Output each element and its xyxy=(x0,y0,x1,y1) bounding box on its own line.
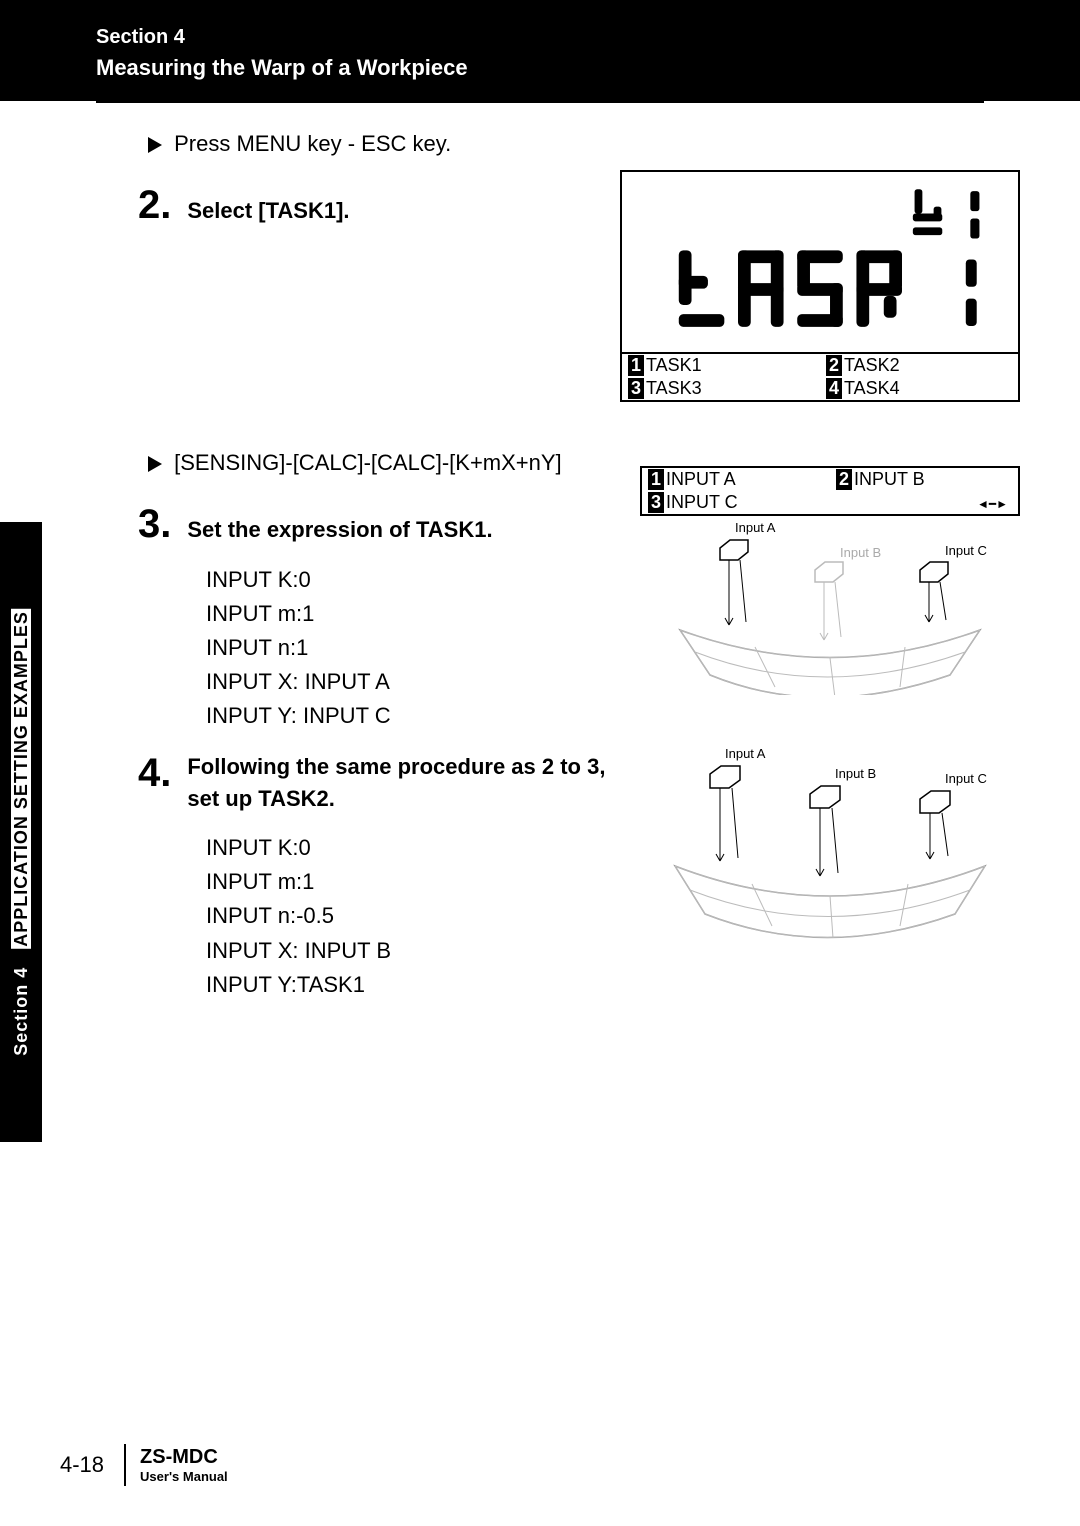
lcd-menu: 1TASK1 2TASK2 3TASK3 4TASK4 xyxy=(622,352,1018,400)
lcd-figure: 1TASK1 2TASK2 3TASK3 4TASK4 xyxy=(620,170,1020,402)
key-1: 1 xyxy=(648,469,664,490)
step4-text: Following the same procedure as 2 to 3, … xyxy=(187,751,627,815)
figure-inputs-2: Input A Input B Input C xyxy=(640,746,1020,941)
fig1-label-b: Input B xyxy=(840,545,881,560)
fig1-label-a: Input A xyxy=(735,520,775,535)
manual-sub: User's Manual xyxy=(140,1469,228,1484)
step2-text: Select [TASK1]. xyxy=(187,198,349,224)
step3-num: 3. xyxy=(138,502,171,547)
key-3: 3 xyxy=(648,492,664,513)
section-label: Section 4 xyxy=(96,26,1080,49)
fig2-label-a: Input A xyxy=(725,746,765,761)
lcd-task2: TASK2 xyxy=(844,355,900,375)
key-2: 2 xyxy=(836,469,852,490)
press-text: Press MENU key - ESC key. xyxy=(174,131,451,156)
step3-text: Set the expression of TASK1. xyxy=(187,517,492,543)
key-4: 4 xyxy=(826,378,842,399)
input2-y: INPUT Y:TASK1 xyxy=(206,968,1040,1002)
page-number: 4-18 xyxy=(60,1452,104,1478)
fig1-label-c: Input C xyxy=(945,543,987,558)
fig1-inputc: INPUT C xyxy=(666,492,738,512)
manual-title: ZS-MDC xyxy=(140,1446,228,1469)
press-line: Press MENU key - ESC key. xyxy=(148,131,1040,157)
triangle-icon xyxy=(148,456,162,472)
input1-y: INPUT Y: INPUT C xyxy=(206,699,1040,733)
key-3: 3 xyxy=(628,378,644,399)
step2-num: 2. xyxy=(138,183,171,228)
key-2: 2 xyxy=(826,355,842,376)
fig1-inputb: INPUT B xyxy=(854,469,925,489)
footer-separator xyxy=(124,1444,126,1486)
arrow-icon: ◄━► xyxy=(977,497,1008,511)
triangle-icon xyxy=(148,137,162,153)
step4-num: 4. xyxy=(138,751,171,796)
fig2-label-b: Input B xyxy=(835,766,876,781)
lcd-task4: TASK4 xyxy=(844,378,900,398)
lcd-task3: TASK3 xyxy=(646,378,702,398)
page-header: Section 4 Measuring the Warp of a Workpi… xyxy=(0,0,1080,101)
footer: 4-18 ZS-MDC User's Manual xyxy=(60,1444,228,1486)
lcd-task1: TASK1 xyxy=(646,355,702,375)
figure-inputs-1: 1INPUT A 2INPUT B 3INPUT C ◄━► Input A I… xyxy=(640,466,1020,695)
key-1: 1 xyxy=(628,355,644,376)
fig1-inputa: INPUT A xyxy=(666,469,736,489)
sensing-text: [SENSING]-[CALC]-[CALC]-[K+mX+nY] xyxy=(174,450,562,475)
section-title: Measuring the Warp of a Workpiece xyxy=(96,55,1080,81)
fig1-menu: 1INPUT A 2INPUT B 3INPUT C ◄━► xyxy=(640,466,1020,516)
fig2-label-c: Input C xyxy=(945,771,987,786)
